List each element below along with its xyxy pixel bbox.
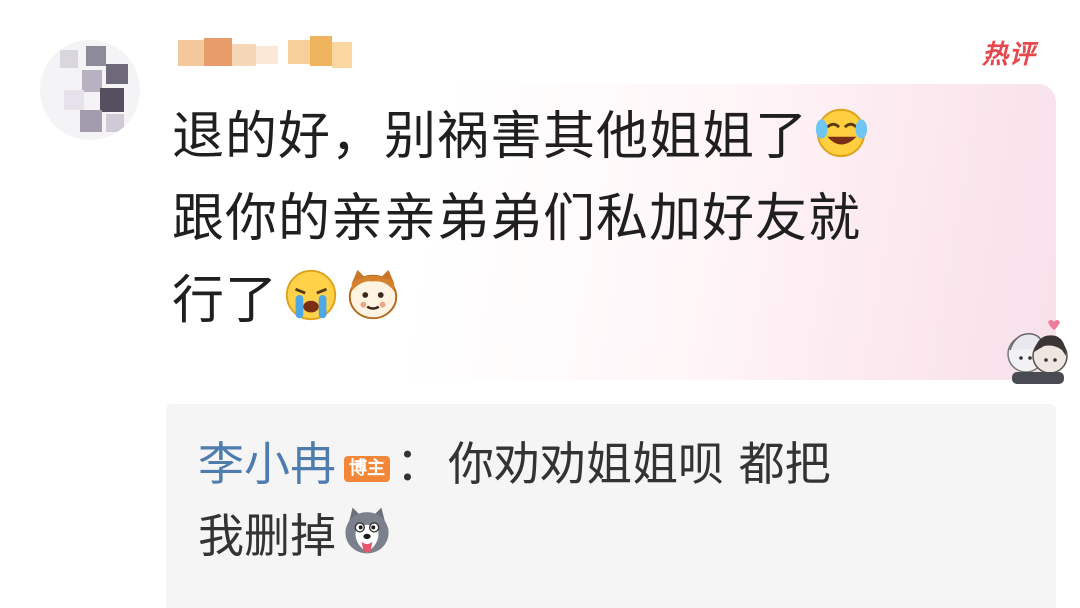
reply-text-line-1: 你劝劝姐姐呗 都把 bbox=[448, 437, 831, 491]
loud-cry-emoji-icon bbox=[282, 266, 340, 324]
comment-line-1-text: 退的好，别祸害其他姐姐了 bbox=[172, 107, 809, 167]
username-blurred[interactable] bbox=[178, 36, 368, 70]
avatar[interactable] bbox=[40, 40, 140, 140]
comment-line-1: 退的好，别祸害其他姐姐了 bbox=[172, 96, 1052, 178]
blogger-badge: 博主 bbox=[344, 456, 390, 482]
reply-author-link[interactable]: 李小冉 bbox=[198, 437, 336, 491]
reply-text-line-2: 我删掉 bbox=[198, 509, 336, 563]
comment-line-3-text: 行了 bbox=[172, 271, 279, 331]
bubble-theme-decoration bbox=[1002, 316, 1074, 386]
comment-text[interactable]: 退的好，别祸害其他姐姐了 跟你的亲亲弟弟们私加好友就 行了 bbox=[172, 96, 1052, 342]
reply-line-2: 我删掉 bbox=[198, 500, 998, 572]
reply-separator: ： bbox=[396, 437, 442, 491]
hot-comment-badge: 热评 bbox=[981, 40, 1036, 70]
reply-text[interactable]: 李小冉 博主：你劝劝姐姐呗 都把 我删掉 bbox=[198, 428, 998, 572]
comment-line-2: 跟你的亲亲弟弟们私加好友就 bbox=[172, 189, 862, 249]
cat-face-emoji-icon bbox=[344, 266, 402, 324]
laugh-cry-emoji-icon bbox=[812, 102, 870, 160]
husky-dog-emoji-icon bbox=[340, 504, 394, 558]
reply-line-1: 李小冉 博主：你劝劝姐姐呗 都把 bbox=[198, 428, 998, 500]
comment-line-3: 行了 bbox=[172, 260, 1052, 342]
comment-screen: 热评 退的好，别祸害其他姐姐了 跟你的亲亲弟弟们私加好友就 行了 李小冉 博主 … bbox=[0, 0, 1080, 608]
